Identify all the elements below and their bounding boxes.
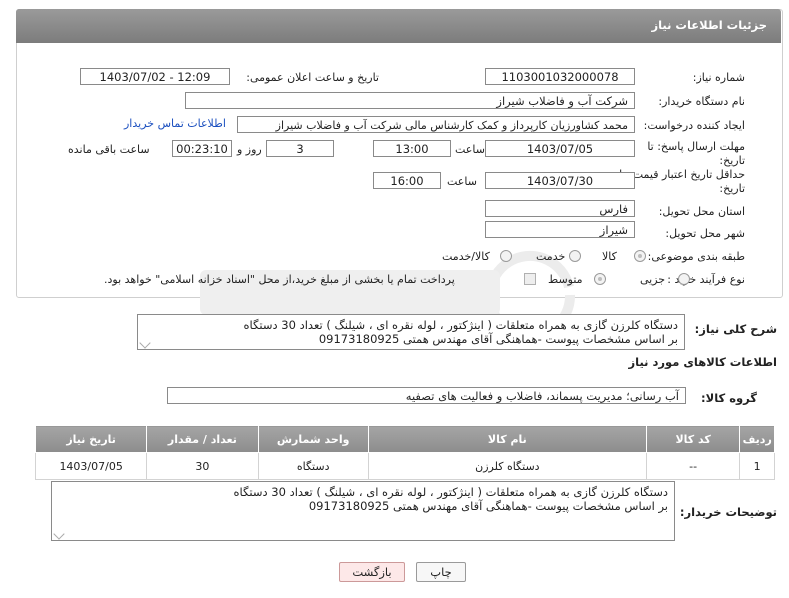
cell-unit: دستگاه bbox=[257, 452, 369, 480]
validity-label: حداقل تاریخ اعتبار قیمت: تا bbox=[619, 168, 745, 181]
table-row: 1 -- دستگاه کلرزن دستگاه 30 1403/07/05 bbox=[34, 452, 775, 480]
buyer-notes-line-2: بر اساس مشخصات پیوست -هماهنگی آقای مهندس… bbox=[308, 499, 668, 513]
goods-section-title: اطلاعات کالاهای مورد نیاز bbox=[628, 355, 777, 369]
description-label: شرح کلی نیاز: bbox=[694, 322, 777, 336]
contact-info-link[interactable]: اطلاعات تماس خریدار bbox=[124, 117, 226, 130]
category-label: طبقه بندی موضوعی: bbox=[647, 250, 745, 263]
col-code: کد کالا bbox=[645, 425, 741, 453]
category-option-service: خدمت bbox=[536, 250, 566, 263]
category-radio-both[interactable] bbox=[500, 250, 512, 262]
deadline-time-label: ساعت bbox=[455, 143, 485, 156]
validity-date-field: 1403/07/30 bbox=[485, 172, 635, 189]
deadline-label: مهلت ارسال پاسخ: تا bbox=[647, 140, 745, 153]
buyer-org-field: شرکت آب و فاضلاب شیراز bbox=[185, 92, 635, 109]
goods-group-field: آب رسانی؛ مدیریت پسماند، فاضلاب و فعالیت… bbox=[167, 387, 686, 404]
remaining-time-field: 00:23:10 bbox=[172, 140, 232, 157]
need-number-label: شماره نیاز: bbox=[692, 71, 745, 84]
deadline-label-date: تاریخ: bbox=[719, 154, 745, 167]
city-label: شهر محل تحویل: bbox=[665, 227, 745, 240]
goods-table-header: ردیف کد کالا نام کالا واحد شمارش تعداد /… bbox=[34, 425, 775, 453]
description-line-1: دستگاه کلرزن گازی به همراه متعلقات ( این… bbox=[243, 318, 678, 332]
deadline-time-field: 13:00 bbox=[373, 140, 451, 157]
creator-field: محمد کشاورزیان کارپرداز و کمک کارشناس ما… bbox=[237, 116, 635, 133]
need-number-field: 1103001032000078 bbox=[485, 68, 635, 85]
cell-name: دستگاه کلرزن bbox=[367, 452, 647, 480]
process-option-medium: متوسط bbox=[548, 273, 583, 286]
deadline-date-field: 1403/07/05 bbox=[485, 140, 635, 157]
announce-date-field: 1403/07/02 - 12:09 bbox=[80, 68, 230, 85]
cell-date: 1403/07/05 bbox=[34, 452, 148, 480]
announce-label: تاریخ و ساعت اعلان عمومی: bbox=[246, 71, 379, 84]
treasury-payment-checkbox[interactable] bbox=[524, 273, 536, 285]
city-field: شیراز bbox=[485, 221, 635, 238]
cell-row: 1 bbox=[739, 452, 775, 480]
buyer-notes-textarea[interactable]: دستگاه کلرزن گازی به همراه متعلقات ( این… bbox=[51, 481, 675, 541]
col-unit: واحد شمارش bbox=[257, 425, 369, 453]
goods-table: ردیف کد کالا نام کالا واحد شمارش تعداد /… bbox=[34, 425, 775, 480]
cell-code: -- bbox=[645, 452, 741, 480]
col-row: ردیف bbox=[739, 425, 775, 453]
buyer-org-label: نام دستگاه خریدار: bbox=[658, 95, 745, 108]
category-radio-goods[interactable] bbox=[634, 250, 646, 262]
panel-title: جزئیات اطلاعات نیاز bbox=[651, 18, 767, 32]
days-label: روز و bbox=[237, 143, 262, 156]
process-option-minor: جزیی bbox=[640, 273, 666, 286]
panel-header: جزئیات اطلاعات نیاز bbox=[16, 9, 781, 43]
col-name: نام کالا bbox=[367, 425, 647, 453]
category-radio-service[interactable] bbox=[569, 250, 581, 262]
category-option-both: کالا/خدمت bbox=[442, 250, 490, 263]
validity-time-field: 16:00 bbox=[373, 172, 441, 189]
back-button[interactable]: بازگشت bbox=[339, 562, 405, 582]
remaining-label: ساعت باقی مانده bbox=[68, 143, 150, 156]
description-textarea[interactable]: دستگاه کلرزن گازی به همراه متعلقات ( این… bbox=[137, 314, 685, 350]
treasury-payment-note: پرداخت تمام یا بخشی از مبلغ خرید،از محل … bbox=[104, 273, 455, 286]
resize-handle-icon[interactable] bbox=[53, 528, 65, 540]
process-radio-medium[interactable] bbox=[594, 273, 606, 285]
print-button[interactable]: چاپ bbox=[416, 562, 466, 582]
validity-time-label: ساعت bbox=[447, 175, 477, 188]
province-field: فارس bbox=[485, 200, 635, 217]
goods-group-label: گروه کالا: bbox=[701, 391, 757, 405]
buyer-notes-label: توضیحات خریدار: bbox=[679, 505, 777, 519]
col-qty: تعداد / مقدار bbox=[146, 425, 259, 453]
col-date: تاریخ نیاز bbox=[34, 425, 148, 453]
description-line-2: بر اساس مشخصات پیوست -هماهنگی آقای مهندس… bbox=[318, 332, 678, 346]
process-radio-minor[interactable] bbox=[678, 273, 690, 285]
cell-qty: 30 bbox=[146, 452, 259, 480]
creator-label: ایجاد کننده درخواست: bbox=[643, 119, 745, 132]
validity-label-date: تاریخ: bbox=[719, 182, 745, 195]
province-label: استان محل تحویل: bbox=[658, 205, 745, 218]
buyer-notes-line-1: دستگاه کلرزن گازی به همراه متعلقات ( این… bbox=[233, 485, 668, 499]
days-field: 3 bbox=[266, 140, 334, 157]
category-option-goods: کالا bbox=[602, 250, 617, 263]
